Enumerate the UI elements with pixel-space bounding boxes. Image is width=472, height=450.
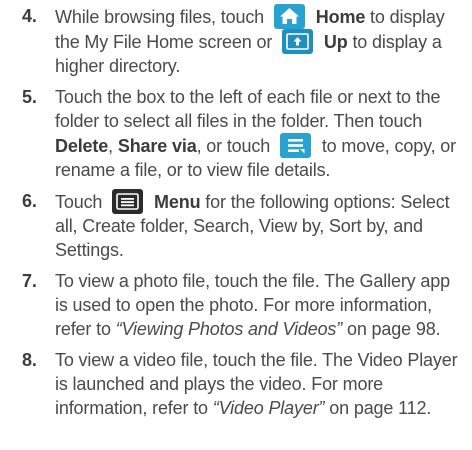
step-text: Touch the box to the left of each file o… (55, 87, 441, 131)
step-number: 6. (22, 191, 37, 211)
step-4: 4. While browsing files, touch Home to d… (22, 4, 462, 78)
step-text: on page 112. (329, 398, 432, 418)
step-6: 6. Touch Menu for the following options:… (22, 189, 462, 262)
step-number: 7. (22, 271, 37, 291)
step-5: 5. Touch the box to the left of each fil… (22, 85, 462, 182)
menu-label: Menu (154, 192, 201, 212)
up-label: Up (323, 32, 348, 52)
step-number: 8. (22, 350, 37, 370)
step-number: 5. (22, 87, 37, 107)
step-text: While browsing files, touch (55, 7, 265, 27)
options-icon (279, 133, 311, 158)
home-icon (273, 4, 305, 29)
instruction-list: 4. While browsing files, touch Home to d… (22, 4, 462, 420)
cross-reference: “Viewing Photos and Videos” (115, 319, 343, 339)
step-text: on page 98. (346, 319, 441, 339)
comma: , (108, 136, 113, 156)
manual-page: 4. While browsing files, touch Home to d… (0, 0, 472, 450)
step-7: 7. To view a photo file, touch the file.… (22, 269, 462, 341)
step-text: Touch (55, 192, 103, 212)
delete-label: Delete (55, 136, 109, 156)
menu-icon (112, 189, 144, 214)
step-number: 4. (22, 6, 37, 26)
share-via-label: Share via (117, 136, 197, 156)
cross-reference: “Video Player” (212, 398, 325, 418)
up-icon (282, 29, 314, 54)
step-text: , or touch (196, 136, 271, 156)
home-label: Home (315, 7, 366, 27)
step-8: 8. To view a video file, touch the file.… (22, 348, 462, 420)
